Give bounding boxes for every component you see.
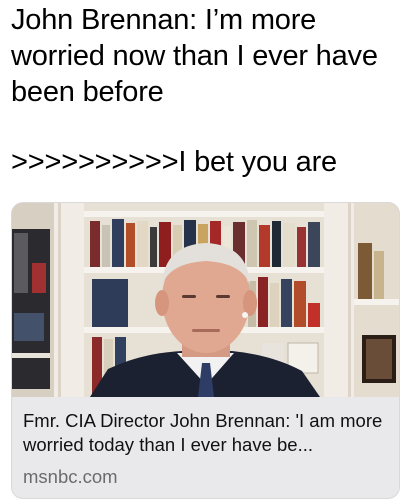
link-preview-domain: msnbc.com (23, 466, 118, 487)
link-preview-image[interactable] (12, 203, 399, 397)
link-preview-card[interactable]: Fmr. CIA Director John Brennan: 'I am mo… (11, 202, 400, 499)
link-preview-body[interactable]: Fmr. CIA Director John Brennan: 'I am mo… (12, 397, 399, 498)
headline-line-2: worried now than I ever have (11, 40, 378, 72)
headline-line-3: been before (11, 76, 164, 108)
reply-text: >>>>>>>>>>I bet you are (11, 146, 337, 178)
headline-line-1: John Brennan: I’m more (11, 4, 317, 36)
post-text: John Brennan: I’m more worried now than … (11, 2, 403, 180)
link-preview-title[interactable]: Fmr. CIA Director John Brennan: 'I am mo… (23, 409, 393, 457)
